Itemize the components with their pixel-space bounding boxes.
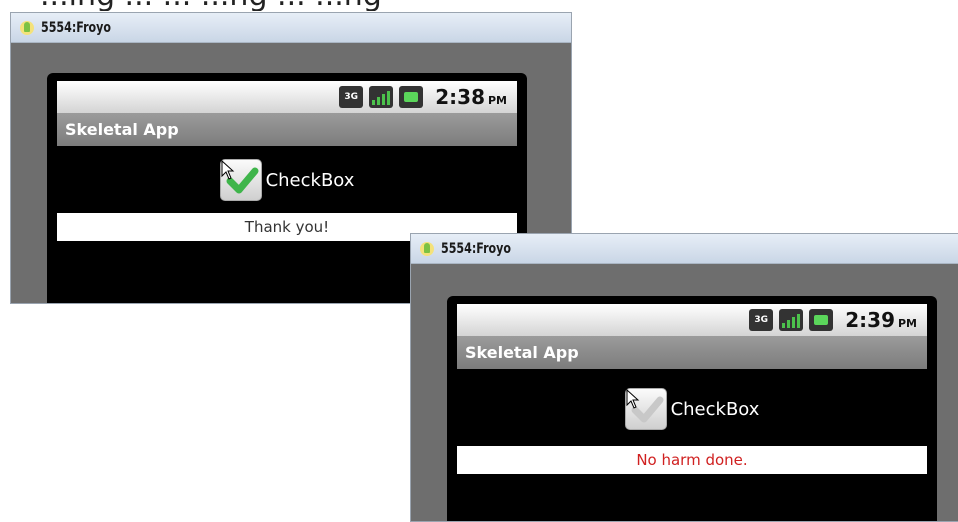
emulator-body: 3G 2:39 PM Skeletal App CheckBox No harm… [411, 264, 958, 521]
window-title: 5554:Froyo [441, 240, 512, 257]
window-titlebar[interactable]: 5554:Froyo [11, 13, 571, 43]
message-text: No harm done. [457, 446, 927, 474]
checkbox-row[interactable]: CheckBox [47, 155, 527, 205]
clock-time: 2:38 [435, 85, 485, 109]
network-label: 3G [344, 92, 359, 102]
battery-icon [399, 86, 424, 108]
device-screen: 3G 2:39 PM Skeletal App CheckBox No harm… [447, 296, 937, 521]
android-icon [420, 241, 434, 256]
mouse-cursor-icon [626, 389, 639, 409]
network-3g-icon: 3G [749, 309, 774, 331]
checkbox-unchecked[interactable] [624, 388, 667, 430]
status-bar: 3G 2:39 PM [457, 304, 927, 336]
clipped-top-text: ...ing ... ... ...ng ... ...ng [0, 0, 958, 11]
network-label: 3G [754, 315, 769, 325]
checkbox-label[interactable]: CheckBox [671, 399, 760, 420]
message-content: Thank you! [244, 218, 330, 236]
mouse-cursor-icon [221, 160, 234, 180]
signal-icon [779, 309, 804, 331]
emulator-window-2: 5554:Froyo 3G 2:39 PM Skeletal App Check… [410, 233, 958, 522]
clock-ampm: PM [897, 317, 917, 330]
status-clock: 2:39 PM [845, 308, 917, 332]
status-clock: 2:38 PM [435, 85, 507, 109]
checkbox-checked[interactable] [219, 159, 262, 201]
android-icon [20, 20, 34, 35]
status-bar: 3G 2:38 PM [57, 81, 517, 113]
app-title: Skeletal App [65, 120, 179, 139]
app-title: Skeletal App [465, 343, 579, 362]
app-title-bar: Skeletal App [457, 336, 927, 369]
network-3g-icon: 3G [339, 86, 364, 108]
clock-time: 2:39 [845, 308, 895, 332]
battery-icon [809, 309, 834, 331]
clock-ampm: PM [487, 94, 507, 107]
signal-icon [369, 86, 394, 108]
message-content: No harm done. [636, 451, 748, 469]
window-titlebar[interactable]: 5554:Froyo [411, 234, 958, 264]
checkbox-label[interactable]: CheckBox [266, 170, 355, 191]
checkbox-row[interactable]: CheckBox [447, 384, 937, 434]
window-title: 5554:Froyo [41, 19, 112, 36]
app-title-bar: Skeletal App [57, 113, 517, 146]
clipped-top-text-content: ...ing ... ... ...ng ... ...ng [40, 0, 382, 11]
